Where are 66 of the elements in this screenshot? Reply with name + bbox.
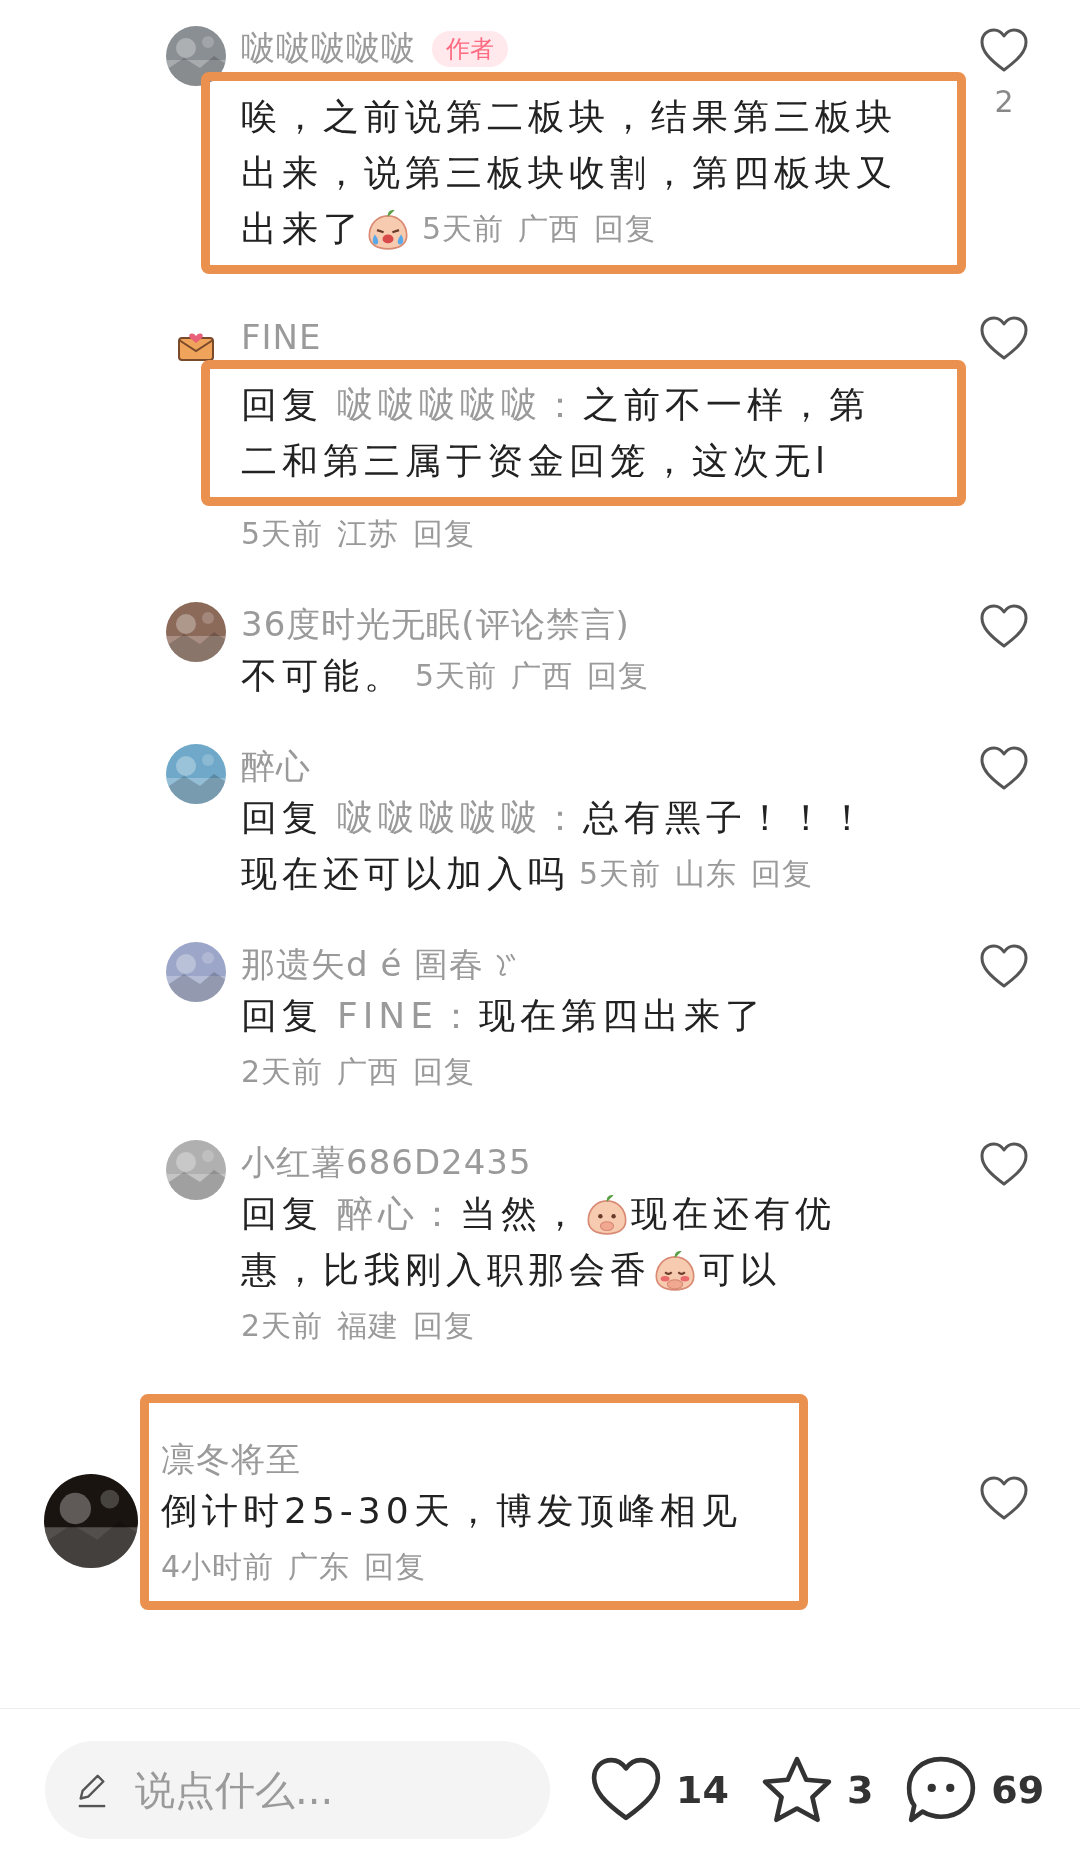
time-label: 4小时前	[161, 1548, 275, 1586]
comment-text: 惠，比我刚入职那会香	[241, 1248, 651, 1292]
reply-link[interactable]: 回复	[413, 1298, 476, 1354]
mention-link[interactable]: 啵啵啵啵啵：	[337, 377, 583, 433]
like-count: 2	[994, 84, 1014, 119]
comment-text: 可以	[699, 1248, 781, 1292]
like-icon[interactable]	[979, 26, 1029, 74]
time-label: 5天前	[422, 210, 505, 248]
author-badge: 作者	[432, 31, 508, 67]
username[interactable]: 醉心	[241, 744, 311, 790]
reply-link[interactable]: 回复	[587, 648, 650, 704]
action-count: 69	[991, 1768, 1045, 1812]
comment-text: 现在还可以加入吗	[241, 852, 569, 896]
reply-label: 回复	[241, 383, 323, 427]
comment-text: 现在还有优	[631, 1192, 836, 1236]
reply-link[interactable]: 回复	[751, 846, 814, 902]
reply-label: 回复	[241, 1192, 323, 1236]
username[interactable]: FINE	[241, 317, 322, 357]
comment-text: 当然，	[460, 1192, 583, 1236]
time-label: 5天前	[241, 515, 324, 553]
comment-text: 总有黑子！！！	[583, 796, 870, 840]
like-icon[interactable]	[979, 1140, 1029, 1188]
username[interactable]: 那遗矢d é 圄春	[241, 942, 485, 988]
reply-label: 回复	[241, 796, 323, 840]
mention-link[interactable]: FINE：	[337, 988, 479, 1044]
comment-text: 之前不一样，第	[583, 383, 870, 427]
action-count: 3	[846, 1768, 874, 1812]
emoji-icon	[585, 1192, 629, 1236]
location-label: 广东	[288, 1548, 351, 1586]
location-label: 江苏	[337, 515, 400, 553]
username[interactable]: 啵啵啵啵啵	[241, 26, 416, 72]
emoji-icon	[366, 207, 410, 251]
time-label: 5天前	[579, 855, 662, 893]
like-icon[interactable]	[979, 314, 1029, 362]
location-label: 山东	[675, 855, 738, 893]
time-label: 5天前	[415, 657, 498, 695]
comment-field[interactable]: 说点什么...	[45, 1741, 550, 1839]
reply-link[interactable]: 回复	[364, 1539, 427, 1595]
time-label: 2天前	[241, 1307, 324, 1345]
username[interactable]: 小红薯686D2435	[241, 1140, 532, 1186]
reply-link[interactable]: 回复	[413, 506, 476, 562]
comment-text: 倒计时25-30天，博发顶峰相见	[161, 1489, 742, 1533]
mention-link[interactable]: 啵啵啵啵啵：	[337, 790, 583, 846]
comment-text: 出来了	[241, 207, 364, 251]
comment-text: 二和第三属于资金回笼，这次无l	[241, 439, 830, 483]
emoji-icon	[653, 1248, 697, 1292]
location-label: 广西	[511, 657, 574, 695]
action-count: 14	[676, 1768, 729, 1812]
username[interactable]: 36度时光无眠(评论禁言)	[241, 602, 630, 648]
comment-text: 现在第四出来了	[479, 994, 766, 1038]
like-icon[interactable]	[979, 942, 1029, 990]
time-label: 2天前	[241, 1053, 324, 1091]
like-icon[interactable]	[979, 1474, 1029, 1522]
mention-link[interactable]: 醉心：	[337, 1186, 460, 1242]
reply-label: 回复	[241, 994, 323, 1038]
location-label: 广西	[337, 1053, 400, 1091]
username[interactable]: 凛冬将至	[161, 1437, 301, 1483]
reply-link[interactable]: 回复	[594, 201, 657, 257]
comment-text: 唉，之前说第二板块，结果第三板块	[241, 95, 897, 139]
like-icon[interactable]	[979, 744, 1029, 792]
location-label: 福建	[337, 1307, 400, 1345]
comment-text: 不可能。	[241, 654, 405, 698]
reply-link[interactable]: 回复	[413, 1044, 476, 1100]
location-label: 广西	[518, 210, 581, 248]
comment-text: 出来，说第三板块收割，第四板块又	[241, 151, 897, 195]
like-icon[interactable]	[979, 602, 1029, 650]
